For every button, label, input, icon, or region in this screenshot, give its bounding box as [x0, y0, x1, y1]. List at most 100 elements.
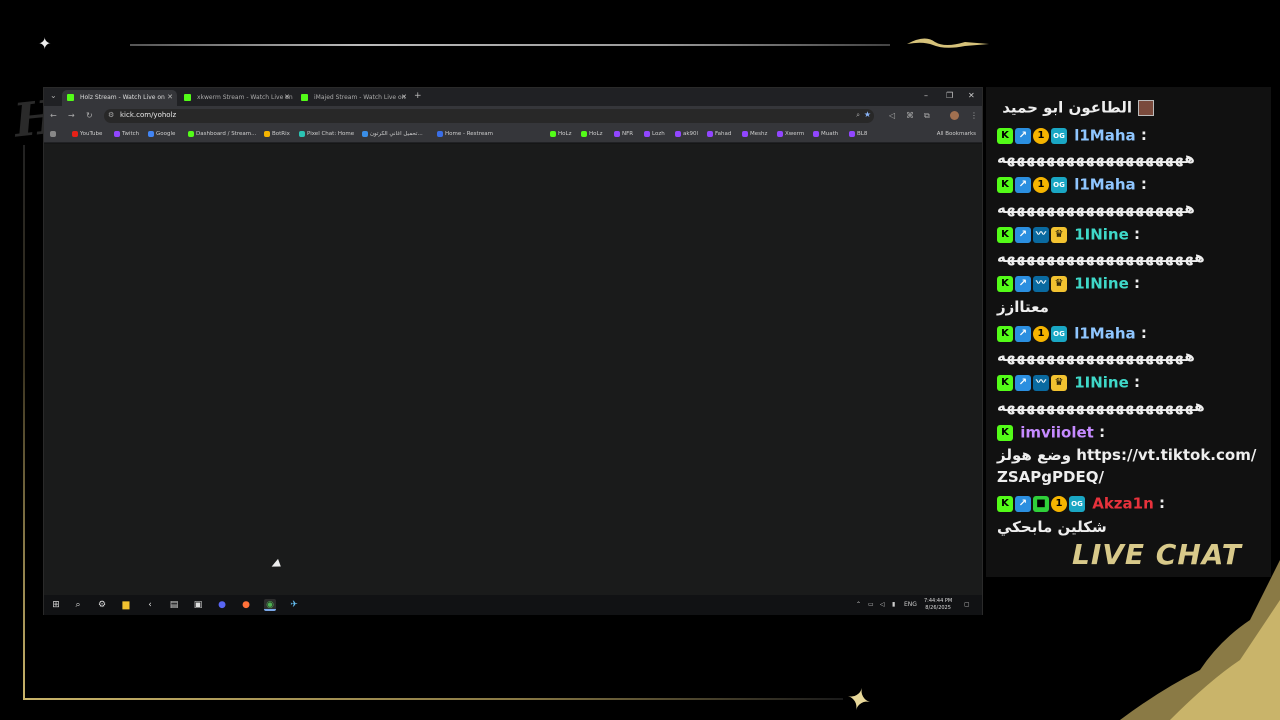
all-bookmarks-button[interactable]: All Bookmarks [937, 131, 976, 137]
settings-icon[interactable]: ⚙ [96, 599, 108, 611]
chat-username[interactable]: l1Maha [1069, 176, 1135, 194]
chat-message-text: ههههههههههههههههههههه [997, 248, 1205, 266]
tab-xkwerm-stream[interactable]: xkwerm Stream - Watch Live on ✕ [179, 90, 294, 106]
epic-games-icon[interactable]: ▣ [192, 599, 204, 611]
app-icon[interactable]: ▤ [168, 599, 180, 611]
minimize-button[interactable]: – [924, 91, 928, 100]
bookmark-botrix[interactable]: BotRix [264, 131, 290, 137]
chat-username[interactable]: imviiolet [1015, 423, 1094, 441]
tab-holz-stream[interactable]: Holz Stream - Watch Live on ✕ [62, 90, 177, 106]
mute-icon[interactable]: ◁ [889, 111, 895, 120]
chat-message-text: هههههههههههههههههههه [997, 347, 1195, 365]
bookmark-google[interactable]: Google [148, 131, 175, 137]
extensions-icon[interactable]: ⧉ [924, 111, 930, 121]
notification-icon[interactable]: ▢ [964, 601, 970, 608]
close-window-button[interactable]: ✕ [968, 91, 975, 100]
overlay-left-line [23, 145, 25, 700]
steam-icon[interactable]: ✈ [288, 599, 300, 611]
chat-separator: : [1135, 175, 1147, 193]
bookmark-youtube[interactable]: YouTube [72, 131, 102, 137]
chat-message: K ↗ 〰 ♛ 1INine : ههههههههههههههههههههه [997, 370, 1267, 417]
back-icon[interactable]: ← [50, 111, 57, 120]
chat-username[interactable]: l1Maha [1069, 324, 1135, 342]
close-tab-icon[interactable]: ✕ [284, 93, 290, 101]
forward-icon[interactable]: → [68, 111, 75, 120]
bookmark-holz[interactable]: HoLz [550, 131, 571, 137]
kick-icon [67, 94, 74, 101]
tab-bar: ⌄ Holz Stream - Watch Live on ✕ xkwerm S… [44, 88, 982, 106]
profile-avatar[interactable] [950, 111, 959, 120]
chat-username[interactable]: 1INine [1069, 275, 1129, 293]
crown-badge-icon: ♛ [1051, 276, 1067, 292]
file-explorer-icon[interactable]: ▆ [120, 599, 132, 611]
search-icon[interactable]: ⌕ [72, 599, 84, 611]
bookmark-meshz[interactable]: Meshz [742, 131, 767, 137]
bookmark-restream[interactable]: Home - Restream [437, 131, 493, 137]
bookmarks-bar: YouTube Twitch Google Dashboard / Stream… [44, 126, 982, 143]
bookmark-fahad[interactable]: Fahad [707, 131, 731, 137]
bookmark-star-icon[interactable]: ★ [864, 110, 871, 119]
reload-icon[interactable]: ↻ [86, 111, 93, 120]
pin-badge-icon: ↗ [1015, 177, 1031, 193]
sound-badge-icon: 〰 [1033, 276, 1049, 292]
menu-icon[interactable]: ⋮ [970, 111, 978, 120]
crown-badge-icon: ♛ [1051, 226, 1067, 243]
system-clock[interactable]: 7:44:44 PM 8/26/2025 [924, 598, 952, 612]
language-indicator[interactable]: ENG [904, 601, 917, 608]
address-bar[interactable]: ⚙ kick.com/yoholz ⌕ ★ [104, 109, 874, 123]
network-icon[interactable]: ▭ [868, 601, 874, 608]
tab-imajed-stream[interactable]: iMajed Stream - Watch Live on ✕ [296, 90, 411, 106]
bookmark-muath[interactable]: Muath [813, 131, 838, 137]
volume-icon[interactable]: ◁ [880, 601, 885, 608]
browser-window: ⌄ Holz Stream - Watch Live on ✕ xkwerm S… [43, 87, 983, 615]
tab-search-icon[interactable]: ⌄ [50, 91, 62, 103]
kick-badge-icon: K [997, 177, 1013, 193]
bookmark-ak90l[interactable]: ak90l [675, 131, 698, 137]
extension-icon[interactable]: ⌘ [906, 111, 914, 120]
kick-icon [184, 94, 191, 101]
pin-badge-icon: ↗ [1015, 127, 1031, 144]
chat-badges: K [997, 420, 1015, 444]
bookmark-cartoon-songs[interactable]: تحميل اغاني الكرتون... [362, 131, 423, 137]
microphone-icon[interactable]: ▮ [892, 601, 895, 608]
close-tab-icon[interactable]: ✕ [167, 93, 173, 101]
chat-username[interactable]: Akza1n [1087, 495, 1154, 513]
tray-chevron-icon[interactable]: ⌃ [856, 601, 861, 608]
chat-username[interactable]: 1INine [1069, 374, 1129, 392]
start-icon[interactable]: ⊞ [50, 599, 62, 611]
bookmark-nfr[interactable]: NFR [614, 131, 633, 137]
chat-message-text: ههههههههههههههههههههه [997, 396, 1205, 415]
site-info-icon[interactable]: ⚙ [108, 111, 114, 119]
bookmark-lozh[interactable]: Lozh [644, 131, 665, 137]
chat-username[interactable]: l1Maha [1069, 126, 1135, 144]
bookmark-holz[interactable]: HoLz [581, 131, 602, 137]
chat-username[interactable]: 1INine [1069, 225, 1129, 243]
bookmark-bl8[interactable]: BL8 [849, 131, 867, 137]
maximize-button[interactable]: ❐ [946, 91, 953, 100]
star-icon: ✦ [841, 680, 876, 720]
new-tab-button[interactable]: + [414, 91, 422, 101]
cube-badge-icon: ■ [1033, 496, 1049, 512]
app-icon[interactable]: ‹ [144, 599, 156, 611]
bookmark-xwerm[interactable]: Xwerm [777, 131, 804, 137]
chat-username[interactable]: الطاعون ابو حميد [997, 99, 1132, 117]
discord-icon[interactable]: ● [216, 599, 228, 611]
og-badge-icon: OG [1069, 496, 1085, 512]
close-tab-icon[interactable]: ✕ [401, 93, 407, 101]
firefox-icon[interactable]: ● [240, 599, 252, 611]
windows-taskbar: ⊞ ⌕ ⚙ ▆ ‹ ▤ ▣ ● ● ◉ ✈ ⌃ ▭ ◁ ▮ ENG 7:44:4… [44, 595, 982, 615]
chat-separator: : [1128, 373, 1141, 391]
zoom-icon[interactable]: ⌕ [856, 111, 860, 120]
kick-icon [301, 94, 308, 101]
chrome-icon[interactable]: ◉ [264, 599, 276, 611]
pin-badge-icon: ↗ [1015, 226, 1031, 243]
chat-message-text: هههههههههههههههههههه [997, 198, 1195, 217]
chat-message: K imviiolet : وضع هولز https://vt.tiktok… [997, 420, 1267, 489]
chat-badges: K ↗ 〰 ♛ [997, 371, 1069, 395]
kick-badge-icon: K [997, 127, 1013, 144]
sound-badge-icon: 〰 [1033, 226, 1049, 243]
bookmark-twitch[interactable]: Twitch [114, 131, 139, 137]
bookmark-pixel-chat[interactable]: Pixel Chat: Home [299, 131, 354, 137]
url-text[interactable]: kick.com/yoholz [120, 111, 176, 119]
bookmark-dashboard[interactable]: Dashboard / Stream... [188, 131, 256, 137]
